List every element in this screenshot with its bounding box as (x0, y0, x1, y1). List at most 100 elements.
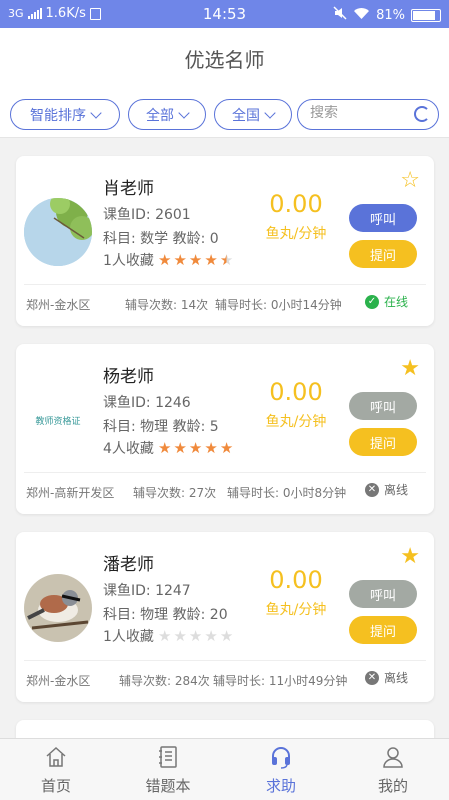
teacher-id: 课鱼ID: 1247 (103, 583, 191, 599)
location: 郑州-金水区 (26, 674, 91, 688)
tutoring-duration: 辅导时长: 0小时8分钟 (227, 486, 347, 500)
online-status: ✕ 离线 (364, 669, 408, 686)
battery-icon (411, 8, 441, 22)
tutoring-duration: 辅导时长: 11小时49分钟 (213, 674, 348, 688)
divider (24, 284, 426, 285)
tutoring-duration: 辅导时长: 0小时14分钟 (215, 298, 342, 312)
rating-stars: ★ ★ ★ ★ ★ (158, 629, 233, 644)
star-icon: ★ (204, 627, 218, 645)
status-bar: 3G 1.6K/s 14:53 81% (0, 0, 449, 28)
notebook-icon (159, 746, 177, 768)
price-unit: 鱼丸/分钟 (265, 226, 327, 242)
region-label: 全国 (232, 107, 260, 124)
star-icon: ★ (219, 627, 234, 645)
teacher-subject: 科目: 物理 教龄: 5 (103, 419, 219, 435)
call-button[interactable]: 呼叫 (349, 392, 417, 420)
close-icon: ✕ (364, 670, 379, 685)
price: 0.00 (269, 190, 323, 218)
subject-dropdown[interactable]: 全部 (128, 99, 206, 130)
sort-label: 智能排序 (30, 107, 86, 124)
tab-label: 首页 (40, 777, 71, 795)
check-icon: ✓ (364, 294, 379, 309)
price: 0.00 (269, 566, 323, 594)
half-star-icon: ★ (219, 251, 234, 269)
online-status: ✓ 在线 (364, 293, 408, 310)
favorite-count: 1人收藏 (103, 253, 154, 269)
favorite-count: 4人收藏 (103, 441, 154, 457)
teacher-subject: 科目: 物理 教龄: 20 (103, 607, 228, 623)
region-dropdown[interactable]: 全国 (214, 99, 292, 130)
user-icon (383, 747, 403, 768)
tab-label: 我的 (377, 777, 408, 795)
star-icon: ★ (188, 251, 203, 269)
price: 0.00 (269, 378, 323, 406)
rating-stars: ★ ★ ★ ★ ★ (158, 253, 233, 268)
headset-icon (272, 747, 290, 769)
tab-notebook[interactable]: 错题本 (112, 739, 224, 800)
filter-bar: 智能排序 全部 全国 (0, 92, 449, 138)
call-button[interactable]: 呼叫 (349, 204, 417, 232)
favorite-count: 1人收藏 (103, 629, 154, 645)
star-icon: ★ (204, 439, 218, 457)
status-label: 离线 (383, 671, 408, 685)
session-count: 辅导次数: 14次 (125, 298, 209, 312)
tab-home[interactable]: 首页 (0, 739, 112, 800)
star-icon: ★ (158, 251, 172, 269)
page-title: 优选名师 (184, 48, 265, 72)
teacher-name: 肖老师 (103, 179, 154, 199)
teacher-name: 潘老师 (103, 555, 154, 575)
divider (24, 472, 426, 473)
location: 郑州-金水区 (26, 298, 91, 312)
avatar: 教师资格证 (24, 386, 92, 454)
star-icon: ★ (188, 627, 203, 645)
location: 郑州-高新开发区 (26, 486, 115, 500)
chevron-down-icon (264, 106, 276, 119)
search-box[interactable] (297, 99, 439, 130)
star-icon: ★ (173, 627, 187, 645)
avatar-caption: 教师资格证 (35, 416, 81, 427)
call-button[interactable]: 呼叫 (349, 580, 417, 608)
header: 优选名师 (0, 28, 449, 92)
star-icon: ★ (173, 439, 187, 457)
teacher-card[interactable]: 潘老师 课鱼ID: 1247 科目: 物理 教龄: 20 1人收藏 ★ ★ ★ … (16, 532, 434, 702)
sort-dropdown[interactable]: 智能排序 (10, 99, 120, 130)
tab-bar: 首页 错题本 求助 我的 (0, 738, 449, 800)
tab-label: 求助 (265, 777, 296, 795)
star-icon: ★ (188, 439, 203, 457)
teacher-card[interactable]: 肖老师 课鱼ID: 2601 科目: 数学 教龄: 0 1人收藏 ★ ★ ★ ★… (16, 156, 434, 326)
price-unit: 鱼丸/分钟 (265, 602, 327, 618)
divider (24, 660, 426, 661)
mute-icon (333, 6, 347, 24)
session-count: 辅导次数: 284次 (119, 674, 210, 688)
price-unit: 鱼丸/分钟 (265, 414, 327, 430)
status-label: 在线 (383, 295, 408, 309)
chevron-down-icon (90, 106, 102, 119)
search-input[interactable] (310, 105, 410, 121)
ask-button[interactable]: 提问 (349, 428, 417, 456)
avatar (24, 198, 92, 266)
star-icon: ★ (204, 251, 218, 269)
tab-help[interactable]: 求助 (225, 739, 337, 800)
close-icon: ✕ (364, 482, 379, 497)
battery-percent: 81% (376, 7, 405, 23)
favorite-star-icon[interactable]: ☆ (400, 170, 420, 192)
loading-icon (414, 106, 430, 122)
star-icon: ★ (158, 439, 172, 457)
status-right: 81% (333, 6, 441, 24)
teacher-id: 课鱼ID: 2601 (103, 207, 191, 223)
star-icon: ★ (158, 627, 172, 645)
online-status: ✕ 离线 (364, 481, 408, 498)
favorite-star-icon[interactable]: ★ (400, 546, 420, 568)
star-icon: ★ (219, 439, 234, 457)
ask-button[interactable]: 提问 (349, 616, 417, 644)
avatar (24, 574, 92, 642)
favorite-star-icon[interactable]: ★ (400, 358, 420, 380)
session-count: 辅导次数: 27次 (133, 486, 217, 500)
home-icon (46, 746, 66, 767)
rating-stars: ★ ★ ★ ★ ★ (158, 441, 233, 456)
tab-label: 错题本 (145, 777, 191, 795)
tab-profile[interactable]: 我的 (337, 739, 449, 800)
ask-button[interactable]: 提问 (349, 240, 417, 268)
teacher-card[interactable]: 教师资格证 杨老师 课鱼ID: 1246 科目: 物理 教龄: 5 4人收藏 ★… (16, 344, 434, 514)
status-label: 离线 (383, 483, 408, 497)
